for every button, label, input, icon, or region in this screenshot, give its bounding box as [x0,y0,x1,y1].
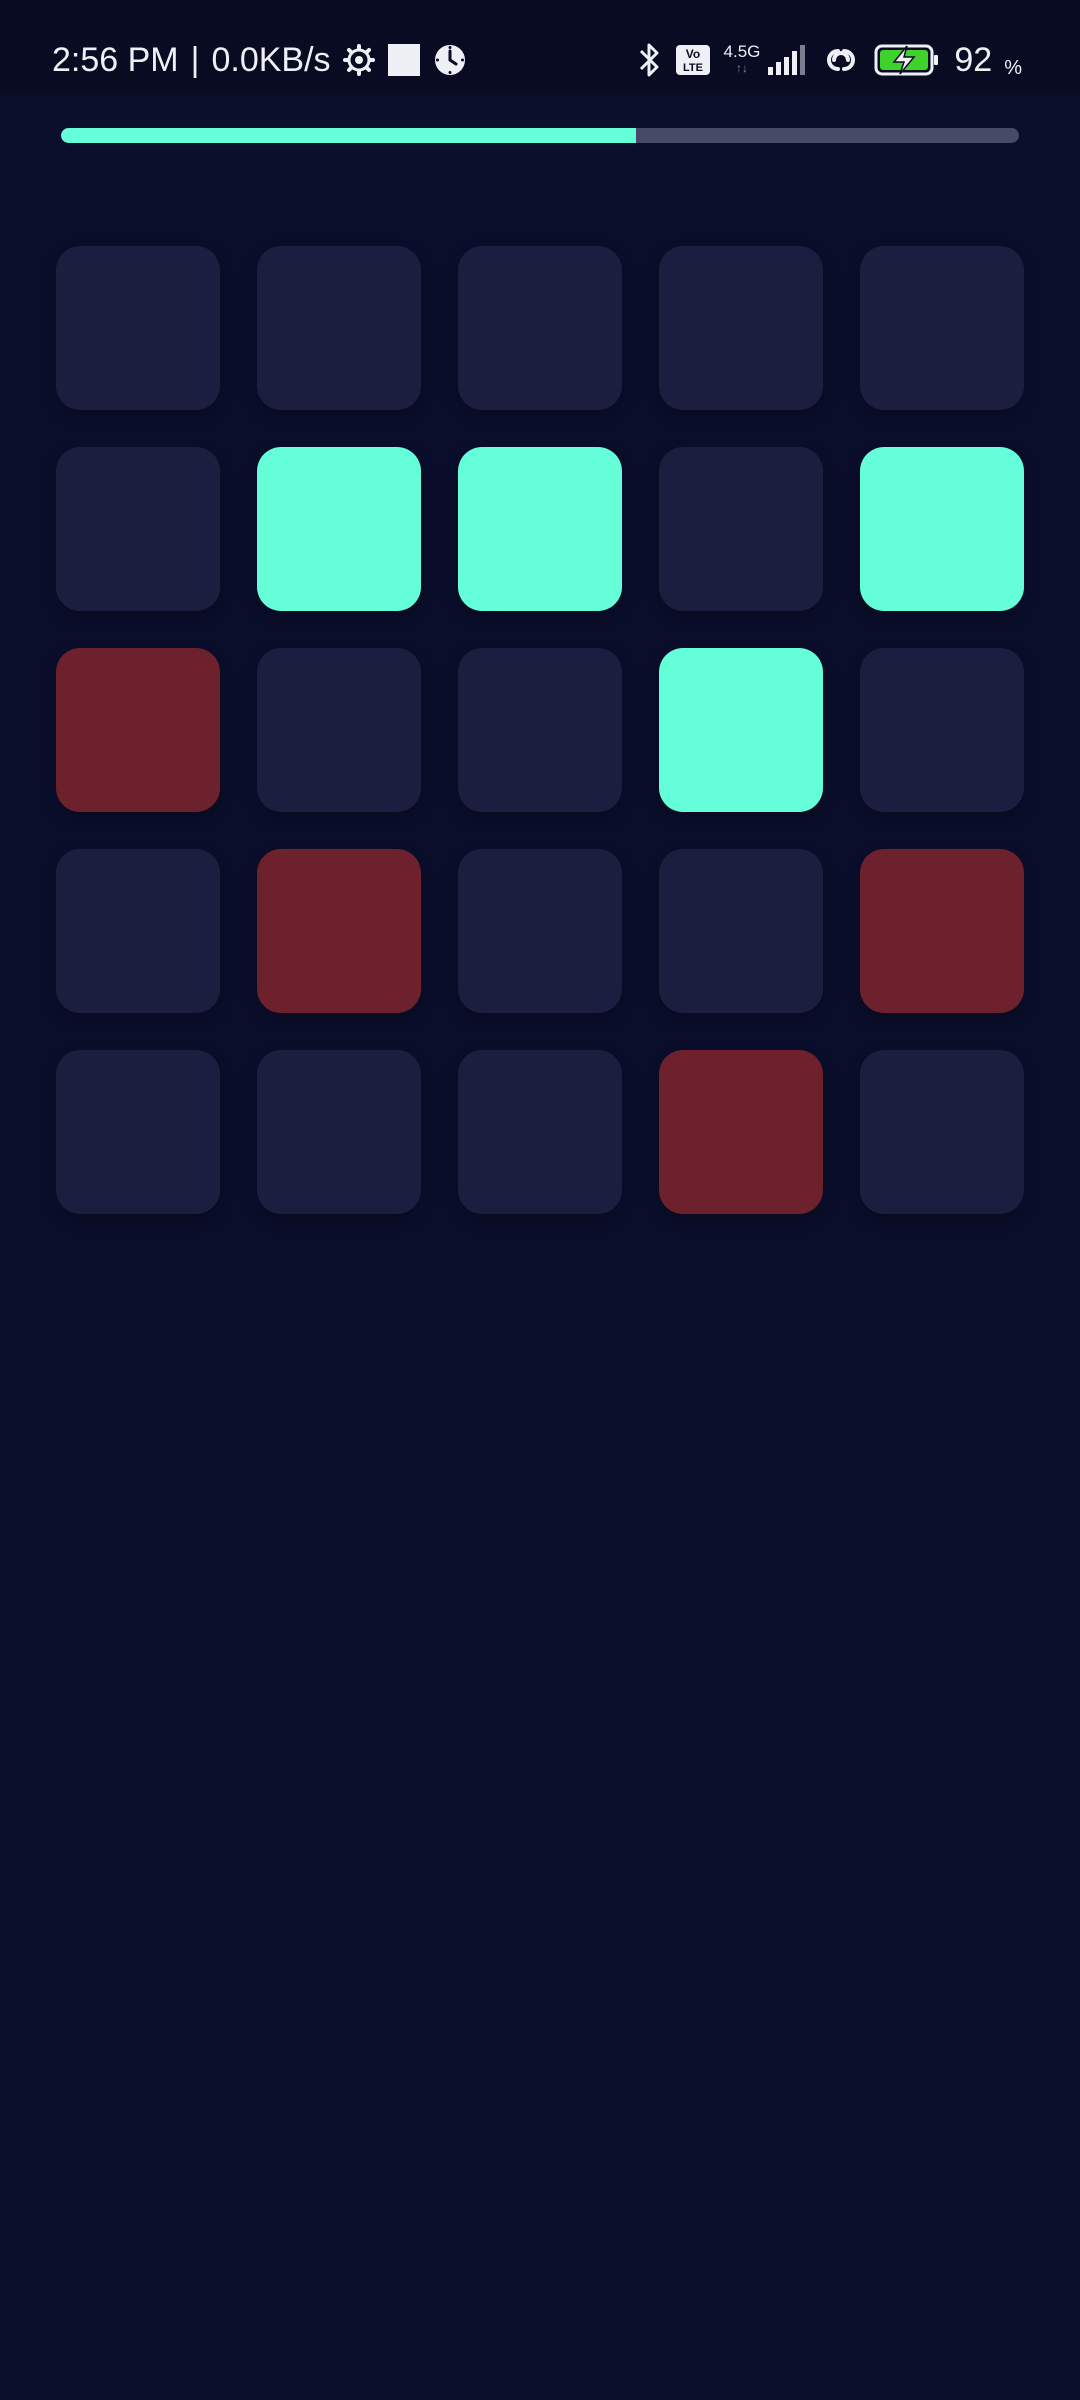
tile-r5-c2-empty[interactable] [257,1050,421,1214]
tile-r2-c5-lit[interactable] [860,447,1024,611]
tile-r3-c2-empty[interactable] [257,648,421,812]
tile-board [56,246,1024,1214]
status-bar-left: 2:56 PM | 0.0KB/s [52,30,467,90]
tile-r1-c5-empty[interactable] [860,246,1024,410]
tile-r3-c3-empty[interactable] [458,648,622,812]
battery-percent: 92 [954,40,993,79]
network-speed: 0.0KB/s [211,40,331,79]
volte-label-bottom: LTE [683,62,703,74]
signal-bars-icon [768,45,808,75]
tile-r3-c5-empty[interactable] [860,648,1024,812]
status-bar-right: Vo LTE 4.5G ↑↓ 92 % [638,30,1022,90]
alarm-clock-icon [433,43,467,77]
link-icon [822,46,860,74]
clock-time: 2:56 PM [52,40,179,79]
network-type: 4.5G ↑↓ [724,43,761,77]
network-type-label: 4.5G [723,42,761,61]
level-progress-fill [61,128,636,143]
bluetooth-icon [638,41,662,79]
tile-r4-c1-empty[interactable] [56,849,220,1013]
level-progress-bar [61,128,1019,143]
tile-r3-c1-miss[interactable] [56,648,220,812]
tile-r5-c1-empty[interactable] [56,1050,220,1214]
tile-r2-c1-empty[interactable] [56,447,220,611]
tile-r2-c4-empty[interactable] [659,447,823,611]
tile-r2-c2-lit[interactable] [257,447,421,611]
tile-r4-c3-empty[interactable] [458,849,622,1013]
tile-r3-c4-lit[interactable] [659,648,823,812]
data-arrows-icon: ↑↓ [735,61,748,75]
settings-gear-icon [342,44,375,76]
volte-label-top: Vo [685,47,699,61]
tile-r1-c1-empty[interactable] [56,246,220,410]
tile-r4-c2-miss[interactable] [257,849,421,1013]
tile-r4-c5-miss[interactable] [860,849,1024,1013]
tile-r1-c2-empty[interactable] [257,246,421,410]
tile-r4-c4-empty[interactable] [659,849,823,1013]
tile-r5-c4-miss[interactable] [659,1050,823,1214]
tile-r2-c3-lit[interactable] [458,447,622,611]
battery-charging-icon [874,44,940,76]
tile-r5-c3-empty[interactable] [458,1050,622,1214]
tile-r1-c3-empty[interactable] [458,246,622,410]
status-bar: 2:56 PM | 0.0KB/s Vo LTE 4.5G ↑↓ 92 % [0,0,1080,93]
white-square-icon [387,43,421,77]
battery-percent-sign: % [1004,57,1022,79]
tile-r1-c4-empty[interactable] [659,246,823,410]
status-separator: | [190,40,200,79]
volte-icon: Vo LTE [675,45,710,75]
tile-r5-c5-empty[interactable] [860,1050,1024,1214]
